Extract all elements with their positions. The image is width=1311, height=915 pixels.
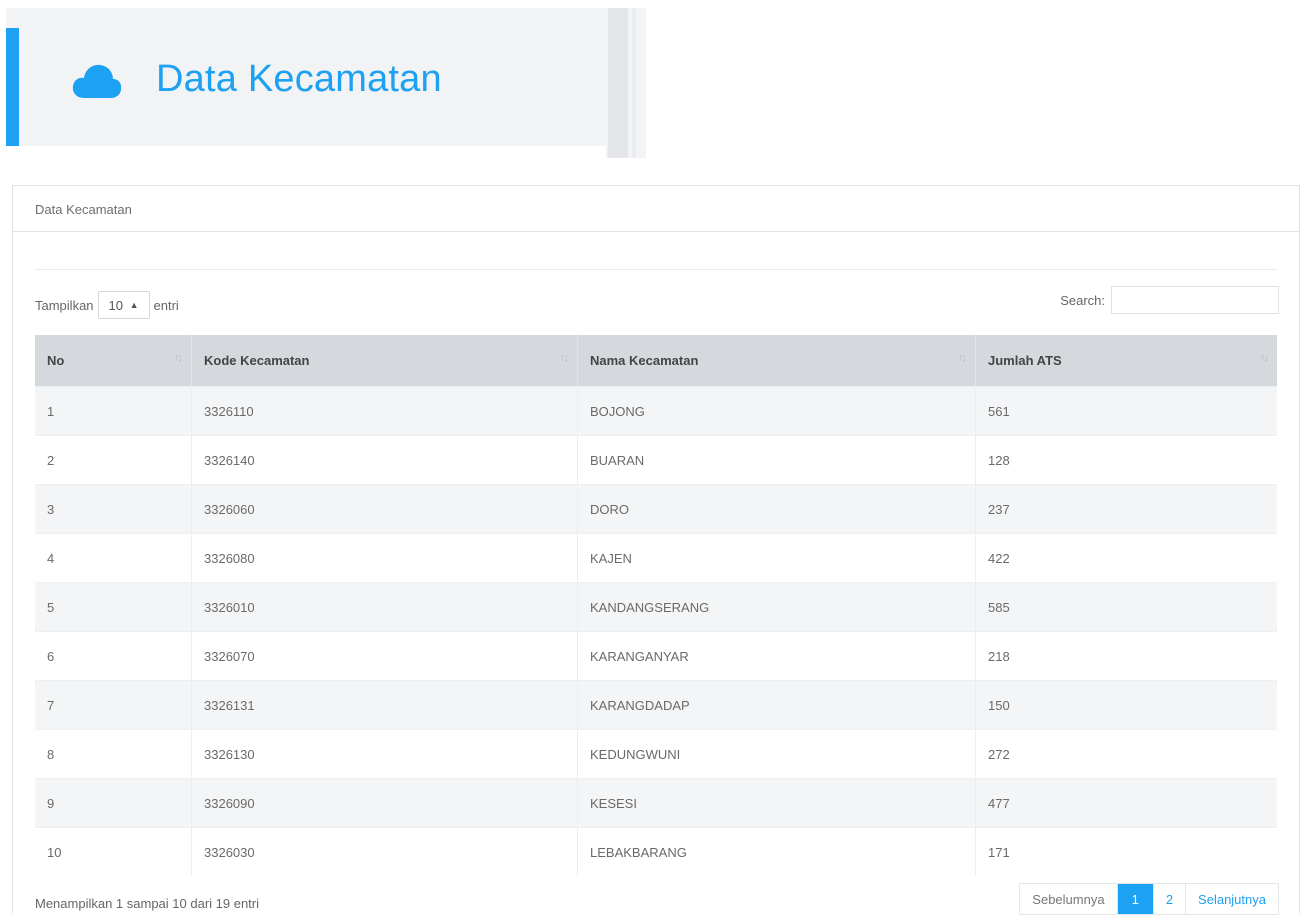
cell-jumlah: 128 <box>975 435 1277 485</box>
pagination-page-1[interactable]: 1 <box>1117 884 1154 914</box>
cell-nama: KAJEN <box>577 533 976 583</box>
cell-no: 4 <box>35 533 192 583</box>
cell-kode: 3326110 <box>191 386 578 436</box>
cell-no: 7 <box>35 680 192 730</box>
column-header-no[interactable]: No ↑↓ <box>35 335 192 387</box>
cell-kode: 3326090 <box>191 778 578 828</box>
pagination-page-2[interactable]: 2 <box>1153 884 1187 914</box>
table-row: 3 3326060 DORO 237 <box>35 484 1277 534</box>
entries-length-control: Tampilkan 10 ▲︎ entri <box>35 291 179 319</box>
cell-nama: KARANGANYAR <box>577 631 976 681</box>
table-info: Menampilkan 1 sampai 10 dari 19 entri <box>35 896 260 911</box>
entries-per-page-value: 10 <box>108 297 123 313</box>
table-row: 1 3326110 BOJONG 561 <box>35 386 1277 436</box>
column-header-nama-kecamatan[interactable]: Nama Kecamatan ↑↓ <box>577 335 976 387</box>
cell-no: 6 <box>35 631 192 681</box>
cell-no: 2 <box>35 435 192 485</box>
cell-nama: LEBAKBARANG <box>577 827 976 876</box>
pagination-previous-button[interactable]: Sebelumnya <box>1020 884 1118 914</box>
cell-jumlah: 561 <box>975 386 1277 436</box>
cell-no: 10 <box>35 827 192 876</box>
cell-jumlah: 237 <box>975 484 1277 534</box>
cell-kode: 3326010 <box>191 582 578 632</box>
table-header-row: No ↑↓ Kode Kecamatan ↑↓ Nama Kecamatan ↑… <box>35 335 1277 387</box>
cell-kode: 3326130 <box>191 729 578 779</box>
data-panel: Data Kecamatan Tampilkan 10 ▲︎ entri Sea… <box>12 185 1300 915</box>
pagination-next-button[interactable]: Selanjutnya <box>1186 884 1278 914</box>
cell-nama: KESESI <box>577 778 976 828</box>
cell-kode: 3326070 <box>191 631 578 681</box>
entries-per-page-select[interactable]: 10 ▲︎ <box>97 291 150 319</box>
table-row: 5 3326010 KANDANGSERANG 585 <box>35 582 1277 632</box>
cell-nama: BOJONG <box>577 386 976 436</box>
column-header-label: Jumlah ATS <box>988 353 1062 368</box>
sort-icon: ↑↓ <box>958 352 967 364</box>
header-bottom-edge <box>6 146 606 158</box>
cell-no: 5 <box>35 582 192 632</box>
cell-no: 9 <box>35 778 192 828</box>
cell-jumlah: 218 <box>975 631 1277 681</box>
table-row: 8 3326130 KEDUNGWUNI 272 <box>35 729 1277 779</box>
sort-icon: ↑↓ <box>560 352 569 364</box>
pagination: Sebelumnya 1 2 Selanjutnya <box>1019 883 1279 915</box>
cell-nama: KEDUNGWUNI <box>577 729 976 779</box>
length-label-after: entri <box>153 297 179 313</box>
sort-icon: ↑↓ <box>1260 352 1269 364</box>
panel-heading: Data Kecamatan <box>13 186 1299 232</box>
select-arrows-icon: ▲︎ <box>129 300 139 310</box>
cell-no: 8 <box>35 729 192 779</box>
header-divider-line <box>632 8 636 158</box>
page-title: Data Kecamatan <box>156 58 442 100</box>
search-control: Search: <box>1060 286 1279 314</box>
cell-kode: 3326060 <box>191 484 578 534</box>
column-header-kode-kecamatan[interactable]: Kode Kecamatan ↑↓ <box>191 335 578 387</box>
cell-jumlah: 422 <box>975 533 1277 583</box>
header-accent-bar <box>6 28 19 146</box>
divider <box>35 269 1277 270</box>
header-divider <box>608 8 628 158</box>
cell-jumlah: 585 <box>975 582 1277 632</box>
search-label: Search: <box>1060 292 1105 308</box>
kecamatan-table: No ↑↓ Kode Kecamatan ↑↓ Nama Kecamatan ↑… <box>35 335 1277 876</box>
column-header-jumlah-ats[interactable]: Jumlah ATS ↑↓ <box>975 335 1277 387</box>
cell-no: 1 <box>35 386 192 436</box>
cell-kode: 3326030 <box>191 827 578 876</box>
table-row: 6 3326070 KARANGANYAR 218 <box>35 631 1277 681</box>
cell-nama: DORO <box>577 484 976 534</box>
table-row: 4 3326080 KAJEN 422 <box>35 533 1277 583</box>
cell-no: 3 <box>35 484 192 534</box>
column-header-label: No <box>47 353 65 368</box>
cell-nama: KANDANGSERANG <box>577 582 976 632</box>
column-header-label: Nama Kecamatan <box>590 353 699 368</box>
table-row: 10 3326030 LEBAKBARANG 171 <box>35 827 1277 876</box>
column-header-label: Kode Kecamatan <box>204 353 310 368</box>
panel-heading-title: Data Kecamatan <box>35 202 132 217</box>
search-input[interactable] <box>1111 286 1279 314</box>
table-row: 9 3326090 KESESI 477 <box>35 778 1277 828</box>
cell-nama: BUARAN <box>577 435 976 485</box>
cell-kode: 3326131 <box>191 680 578 730</box>
cell-jumlah: 171 <box>975 827 1277 876</box>
table-row: 2 3326140 BUARAN 128 <box>35 435 1277 485</box>
cell-jumlah: 272 <box>975 729 1277 779</box>
cell-kode: 3326140 <box>191 435 578 485</box>
length-label-before: Tampilkan <box>35 297 94 313</box>
cell-nama: KARANGDADAP <box>577 680 976 730</box>
cell-kode: 3326080 <box>191 533 578 583</box>
cell-jumlah: 150 <box>975 680 1277 730</box>
cloud-icon <box>72 62 122 100</box>
table-row: 7 3326131 KARANGDADAP 150 <box>35 680 1277 730</box>
cell-jumlah: 477 <box>975 778 1277 828</box>
sort-icon: ↑↓ <box>174 352 183 364</box>
